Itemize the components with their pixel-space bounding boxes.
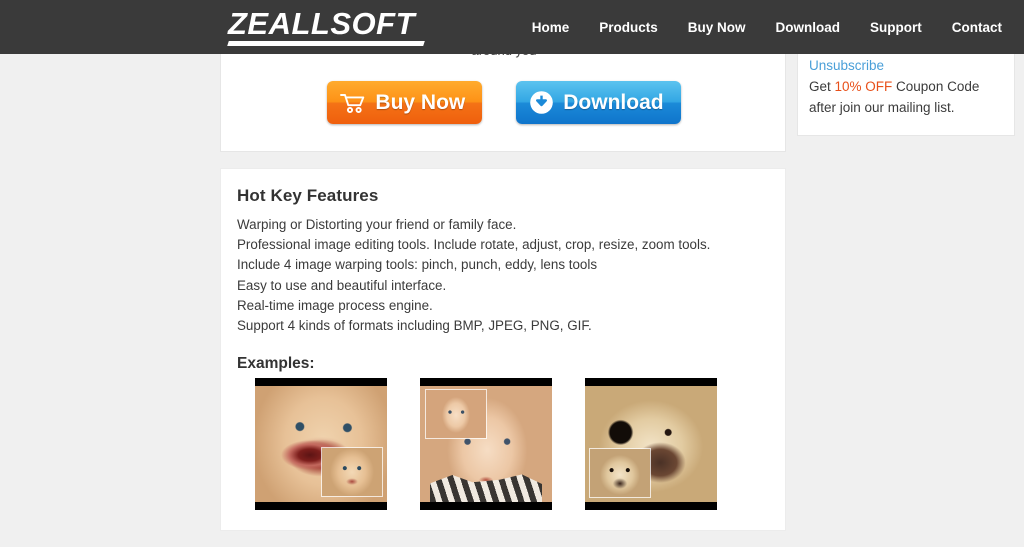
inset-image-bulldog — [590, 449, 650, 497]
feature-item: Support 4 kinds of formats including BMP… — [237, 318, 592, 334]
logo-underline-swoosh — [227, 41, 425, 46]
nav-item-products[interactable]: Products — [599, 20, 658, 35]
feature-item: Real-time image process engine. — [237, 297, 433, 313]
examples-gallery — [255, 378, 717, 510]
letterbox-bar-top — [255, 378, 387, 386]
feature-item: Include 4 image warping tools: pinch, pu… — [237, 257, 598, 273]
hot-key-features-heading: Hot Key Features — [237, 186, 379, 205]
site-header: ZEALLSOFT Home Products Buy Now Download… — [0, 0, 1024, 54]
warped-bulldog-face-example[interactable] — [585, 378, 717, 510]
feature-list: Warping or Distorting your friend or fam… — [237, 215, 771, 336]
letterbox-bar-top — [420, 378, 552, 386]
letterbox-bar-bottom — [585, 502, 717, 510]
nav-item-home[interactable]: Home — [532, 20, 570, 35]
buy-now-label: Buy Now — [375, 91, 466, 114]
download-label: Download — [563, 91, 664, 114]
inset-image-girl — [426, 390, 486, 438]
coupon-text: Get 10% OFF Coupon Code after join our m… — [809, 76, 1009, 118]
original-thumbnail-inset — [589, 448, 651, 498]
original-thumbnail-inset — [425, 389, 487, 439]
inset-image-baby — [322, 448, 382, 496]
cta-button-row: Buy Now Download — [221, 81, 787, 124]
feature-item: Professional image editing tools. Includ… — [237, 237, 711, 253]
buy-now-button[interactable]: Buy Now — [327, 81, 483, 124]
features-panel: Hot Key Features Warping or Distorting y… — [220, 168, 786, 531]
warped-girl-face-example[interactable] — [420, 378, 552, 510]
coupon-discount-badge: 10% OFF — [834, 79, 893, 94]
download-circle-icon — [529, 90, 554, 115]
zeallsoft-logo[interactable]: ZEALLSOFT — [228, 7, 415, 41]
main-navigation: Home Products Buy Now Download Support C… — [532, 0, 1002, 54]
page-root: around you Buy Now — [0, 0, 1024, 547]
feature-item: Easy to use and beautiful interface. — [237, 277, 447, 293]
nav-item-support[interactable]: Support — [870, 20, 922, 35]
unsubscribe-link[interactable]: Unsubscribe — [809, 55, 1009, 76]
nav-item-buy-now[interactable]: Buy Now — [688, 20, 746, 35]
coupon-prefix: Get — [809, 79, 835, 94]
letterbox-bar-top — [585, 378, 717, 386]
sidebar-content: Unsubscribe Get 10% OFF Coupon Code afte… — [809, 55, 1009, 118]
letterbox-bar-bottom — [420, 502, 552, 510]
letterbox-bar-bottom — [255, 502, 387, 510]
shopping-cart-icon — [340, 92, 366, 114]
nav-item-download[interactable]: Download — [776, 20, 841, 35]
nav-item-contact[interactable]: Contact — [952, 20, 1002, 35]
examples-heading: Examples: — [237, 355, 315, 372]
original-thumbnail-inset — [321, 447, 383, 497]
feature-item: Warping or Distorting your friend or fam… — [237, 217, 517, 232]
warped-baby-face-example[interactable] — [255, 378, 387, 510]
download-button[interactable]: Download — [516, 81, 681, 124]
